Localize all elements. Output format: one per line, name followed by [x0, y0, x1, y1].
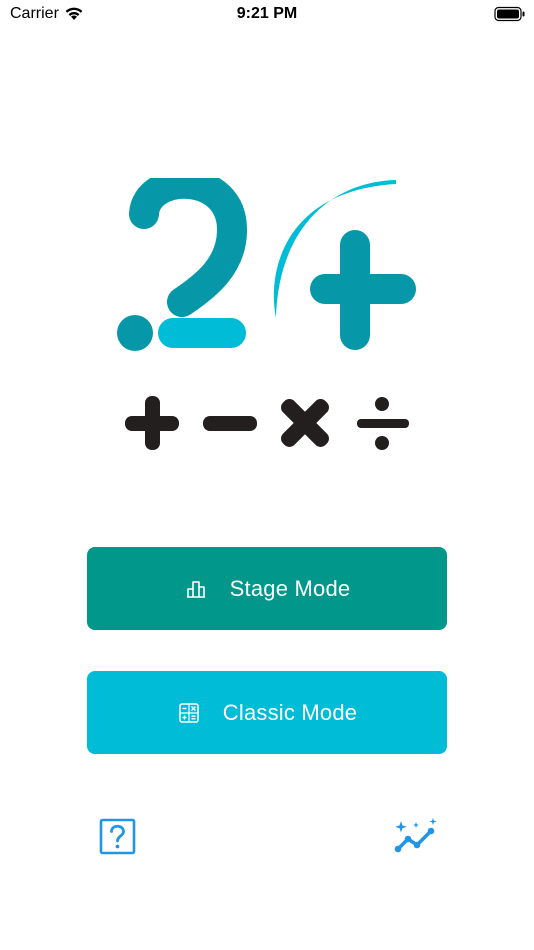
clock: 9:21 PM: [236, 5, 298, 22]
stage-chart-icon: [186, 580, 205, 598]
battery-icon: [494, 6, 525, 22]
status-bar: Carrier 9:21 PM: [0, 0, 534, 28]
statistics-trend-icon[interactable]: [393, 818, 439, 854]
app-logo: [117, 178, 416, 351]
arithmetic-operators-icon: [125, 396, 409, 450]
help-question-icon[interactable]: [99, 818, 136, 855]
stage-mode-button[interactable]: Stage Mode: [87, 547, 447, 630]
stage-mode-label: Stage Mode: [229, 575, 351, 601]
classic-mode-button[interactable]: Classic Mode: [87, 671, 447, 754]
classic-mode-label: Classic Mode: [222, 699, 358, 725]
calculator-icon: [178, 702, 199, 723]
